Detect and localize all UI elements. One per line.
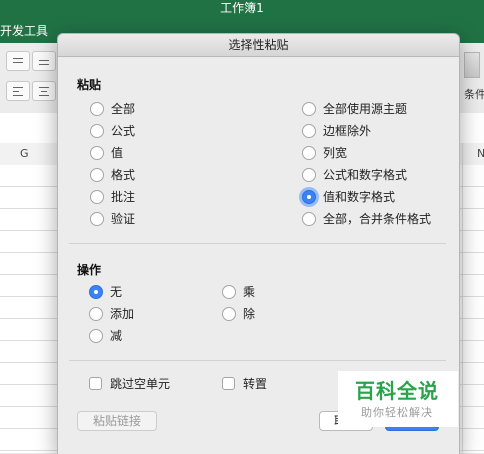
window-title: 工作簿1 [220, 1, 264, 15]
radio-button[interactable] [90, 168, 104, 182]
paste-link-button[interactable]: 粘贴链接 [77, 411, 157, 431]
radio-button[interactable] [90, 102, 104, 116]
radio-button[interactable] [90, 190, 104, 204]
operation-section-label: 操作 [77, 263, 102, 277]
radio-button[interactable] [302, 124, 316, 138]
grid-column-line [462, 143, 463, 453]
radio-button[interactable] [222, 307, 236, 321]
align-left-button[interactable] [6, 81, 30, 101]
radio-button[interactable] [90, 124, 104, 138]
radio-button[interactable] [302, 212, 316, 226]
column-header-g[interactable]: G [20, 147, 29, 160]
radio-button[interactable] [302, 168, 316, 182]
radio-button[interactable] [302, 102, 316, 116]
dialog-title: 选择性粘贴 [58, 34, 459, 57]
watermark: 百科全说 助你轻松解决 [338, 371, 458, 427]
radio-button[interactable] [90, 146, 104, 160]
align-middle-button[interactable] [32, 51, 56, 71]
watermark-title: 百科全说 [355, 379, 439, 403]
radio-button[interactable] [90, 212, 104, 226]
radio-button[interactable] [302, 146, 316, 160]
paste-section-label: 粘贴 [77, 78, 102, 92]
checkbox[interactable] [222, 377, 235, 390]
align-center-button[interactable] [32, 81, 56, 101]
radio-button[interactable] [222, 285, 236, 299]
checkbox[interactable] [89, 377, 102, 390]
conditional-format-icon[interactable] [464, 52, 480, 78]
radio-button[interactable] [89, 307, 103, 321]
window-titlebar: 工作簿1 [0, 0, 484, 17]
radio-button-selected[interactable] [89, 285, 103, 299]
radio-button-selected[interactable] [302, 190, 316, 204]
radio-button[interactable] [89, 329, 103, 343]
watermark-subtitle: 助你轻松解决 [361, 406, 433, 419]
ribbon-tab-developer[interactable]: 开发工具 [0, 22, 48, 39]
section-divider [69, 243, 446, 244]
column-header-n[interactable]: N [477, 147, 484, 160]
conditional-format-label[interactable]: 条件 [464, 86, 484, 102]
section-divider [69, 360, 446, 361]
align-top-button[interactable] [6, 51, 30, 71]
